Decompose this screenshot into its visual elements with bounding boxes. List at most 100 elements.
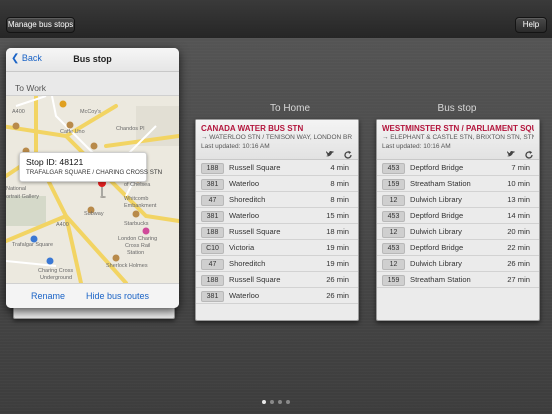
route-badge: 381 <box>201 179 224 190</box>
map-label: London Charing <box>118 236 158 242</box>
bus-stop-popover: ❮ Back Bus stop To Work A400 McCoy's Caf… <box>6 48 179 308</box>
departure-row[interactable]: 453 Deptford Bridge 22 min <box>377 240 539 256</box>
eta: 4 min <box>330 163 349 172</box>
departure-list: 453 Deptford Bridge 7 min 159 Streatham Sta… <box>377 160 539 288</box>
destination: Dulwich Library <box>410 195 462 204</box>
eta: 22 min <box>507 243 530 252</box>
departure-row[interactable]: 12 Dulwich Library 26 min <box>377 256 539 272</box>
destination: Deptford Bridge <box>410 243 464 252</box>
destination: Dulwich Library <box>410 259 462 268</box>
eta: 8 min <box>330 179 349 188</box>
route-badge: 12 <box>382 227 405 238</box>
page-dot[interactable] <box>286 400 290 404</box>
destination: Russell Square <box>229 275 281 284</box>
departure-row[interactable]: 453 Deptford Bridge 14 min <box>377 208 539 224</box>
destination: Russell Square <box>229 227 281 236</box>
map-label: McCoy's <box>80 109 101 115</box>
eta: 26 min <box>326 291 349 300</box>
route-badge: 381 <box>201 211 224 222</box>
departure-row[interactable]: C10 Victoria 19 min <box>196 240 358 256</box>
route-badge: 188 <box>201 275 224 286</box>
column-title-to-home: To Home <box>269 103 310 114</box>
stop-panel-to-home: CANADA WATER BUS STN → WATERLOO STN / TE… <box>195 119 359 321</box>
eta: 26 min <box>326 275 349 284</box>
map-label: Embankment <box>124 203 157 209</box>
eta: 13 min <box>507 195 530 204</box>
map-label: of Chelsea <box>124 182 151 188</box>
map-view[interactable]: A400 McCoy's Caffe Uno Chandos Pl Nation… <box>6 96 179 283</box>
route-badge: 47 <box>201 195 224 206</box>
map-label: Trafalgar Square <box>12 242 54 248</box>
departure-row[interactable]: 381 Waterloo 26 min <box>196 288 358 304</box>
page-indicator[interactable] <box>262 391 294 404</box>
map-label: Starbucks <box>124 221 149 227</box>
destination: Shoreditch <box>229 259 266 268</box>
stop-header: CANADA WATER BUS STN → WATERLOO STN / TE… <box>196 120 358 160</box>
route-badge: 12 <box>382 259 405 270</box>
destination: Streatham Station <box>410 275 471 284</box>
departure-row[interactable]: 381 Waterloo 8 min <box>196 176 358 192</box>
eta: 26 min <box>507 259 530 268</box>
stop-id: Stop ID: 48121 <box>26 157 84 167</box>
departure-row[interactable]: 188 Russell Square 4 min <box>196 160 358 176</box>
stop-group-label: To Work <box>6 72 179 96</box>
help-button[interactable]: Help <box>515 17 547 33</box>
stop-panel-bus-stop: WESTMINSTER STN / PARLIAMENT SQUA → ELEP… <box>376 119 540 321</box>
destination: Shoreditch <box>229 195 266 204</box>
eta: 20 min <box>507 227 530 236</box>
eta: 10 min <box>507 179 530 188</box>
route-badge: 12 <box>382 195 405 206</box>
popover-title: Bus stop <box>73 54 112 64</box>
manage-bus-stops-button[interactable]: Manage bus stops <box>6 17 75 33</box>
departure-row[interactable]: 12 Dulwich Library 13 min <box>377 192 539 208</box>
stop-header: WESTMINSTER STN / PARLIAMENT SQUA → ELEP… <box>377 120 539 160</box>
eta: 15 min <box>326 211 349 220</box>
map-label: ortrait Gallery <box>6 194 40 200</box>
map-label: A400 <box>12 109 25 115</box>
destination: Dulwich Library <box>410 227 462 236</box>
street-map[interactable] <box>6 96 179 283</box>
stop-callout[interactable]: Stop ID: 48121 TRAFALGAR SQUARE / CHARIN… <box>19 152 162 182</box>
map-label: Sherlock Holmes <box>106 263 148 269</box>
departure-row[interactable]: 47 Shoreditch 8 min <box>196 192 358 208</box>
eta: 8 min <box>330 195 349 204</box>
map-label: Station <box>127 250 145 256</box>
route-badge: 453 <box>382 163 405 174</box>
destination: Waterloo <box>229 211 260 220</box>
eta: 19 min <box>326 259 349 268</box>
popover-actions: Rename Hide bus routes <box>6 283 179 308</box>
station-direction: → WATERLOO STN / TENISON WAY, LONDON BR <box>201 134 353 141</box>
refresh-icon[interactable] <box>524 150 534 160</box>
eta: 18 min <box>326 227 349 236</box>
departure-row[interactable]: 12 Dulwich Library 20 min <box>377 224 539 240</box>
map-label: Charing Cross <box>38 268 74 274</box>
map-label: Subway <box>84 211 104 217</box>
column-title-bus-stop: Bus stop <box>437 103 477 114</box>
departure-row[interactable]: 453 Deptford Bridge 7 min <box>377 160 539 176</box>
eta: 19 min <box>326 243 349 252</box>
departure-row[interactable]: 47 Shoreditch 19 min <box>196 256 358 272</box>
page-dot[interactable] <box>270 400 274 404</box>
rename-button[interactable]: Rename <box>31 291 65 301</box>
departure-row[interactable]: 188 Russell Square 26 min <box>196 272 358 288</box>
page-dot[interactable] <box>262 400 266 404</box>
departure-row[interactable]: 381 Waterloo 15 min <box>196 208 358 224</box>
departure-row[interactable]: 159 Streatham Station 27 min <box>377 272 539 288</box>
destination: Streatham Station <box>410 179 471 188</box>
hide-bus-routes-button[interactable]: Hide bus routes <box>86 291 149 301</box>
route-badge: 188 <box>201 227 224 238</box>
map-label: Caffe Uno <box>60 129 85 135</box>
eta: 7 min <box>511 163 530 172</box>
map-label: Whitcomb <box>124 196 149 202</box>
page-dot[interactable] <box>278 400 282 404</box>
departure-row[interactable]: 188 Russell Square 18 min <box>196 224 358 240</box>
twitter-icon[interactable] <box>506 150 516 159</box>
refresh-icon[interactable] <box>343 150 353 160</box>
route-badge: 381 <box>201 291 224 302</box>
departure-row[interactable]: 159 Streatham Station 10 min <box>377 176 539 192</box>
route-badge: C10 <box>201 243 224 254</box>
twitter-icon[interactable] <box>325 150 335 159</box>
destination: Russell Square <box>229 163 281 172</box>
station-name: WESTMINSTER STN / PARLIAMENT SQUA <box>382 124 534 133</box>
map-label: National <box>6 186 27 192</box>
